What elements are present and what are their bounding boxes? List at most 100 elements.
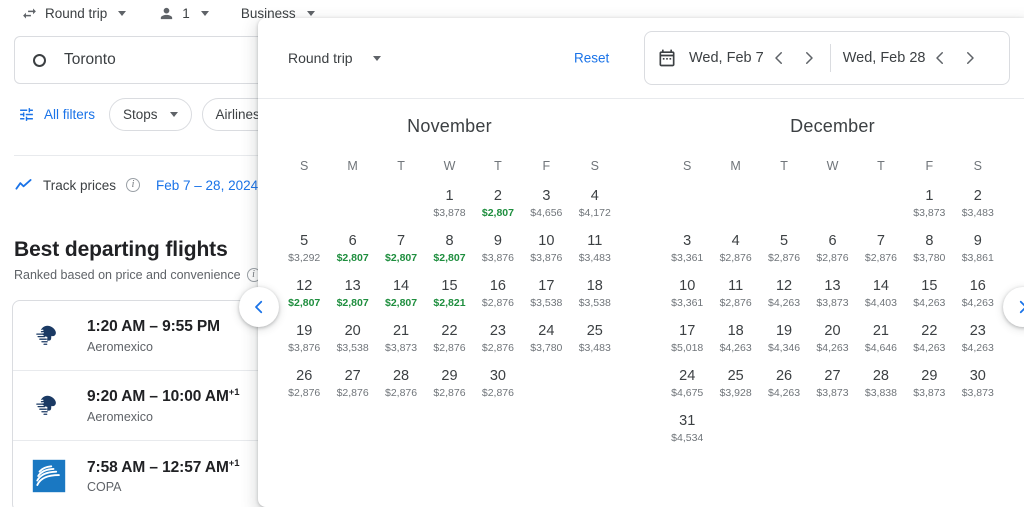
track-prices-dates[interactable]: Feb 7 – 28, 2024	[156, 178, 258, 193]
header-divider	[258, 98, 1024, 99]
calendar-day-cell[interactable]: 7 $2,876	[857, 232, 905, 277]
calendar-day-cell[interactable]: 15 $4,263	[905, 277, 953, 322]
calendar-day-number: 28	[872, 368, 889, 384]
calendar-day-cell[interactable]: 22 $4,263	[905, 322, 953, 367]
calendar-day-cell[interactable]: 8 $3,780	[905, 232, 953, 277]
calendar-day-cell[interactable]: 28 $2,876	[377, 367, 425, 412]
calendar-day-cell[interactable]: 3 $3,361	[663, 232, 711, 277]
calendar-day-cell[interactable]: 11 $2,876	[711, 277, 759, 322]
calendar-day-cell[interactable]: 12 $2,807	[280, 277, 328, 322]
date-picker-trip-type-label: Round trip	[288, 50, 353, 66]
calendar-day-cell[interactable]: 10 $3,876	[522, 232, 570, 277]
calendar-day-cell[interactable]: 26 $2,876	[280, 367, 328, 412]
passengers-selector[interactable]: 1	[151, 0, 216, 26]
calendar-prev-page-button[interactable]	[239, 287, 279, 327]
calendar-day-number: 2	[973, 188, 982, 204]
calendar-day-number: 26	[775, 368, 793, 384]
calendar-day-cell[interactable]: 30 $3,873	[954, 367, 1002, 412]
calendar-day-cell[interactable]: 21 $3,873	[377, 322, 425, 367]
all-filters-button[interactable]: All filters	[14, 106, 99, 123]
calendar-day-number: 22	[921, 323, 938, 339]
calendar-day-cell[interactable]: 6 $2,807	[328, 232, 376, 277]
calendar-day-cell[interactable]: 19 $4,346	[760, 322, 808, 367]
calendar-day-cell[interactable]: 20 $3,538	[328, 322, 376, 367]
calendar-day-cell[interactable]: 9 $3,876	[474, 232, 522, 277]
calendar-day-cell[interactable]: 1 $3,878	[425, 187, 473, 232]
calendar-day-cell[interactable]: 5 $3,292	[280, 232, 328, 277]
departure-next-button[interactable]	[794, 43, 824, 73]
month-grid: 1 $3,878 2 $2,807 3 $4,656 4 $4,172 5 $3,292 6 $2,8…	[280, 187, 619, 412]
calendar-day-price: $4,263	[961, 342, 994, 354]
calendar-day-cell[interactable]: 9 $3,861	[954, 232, 1002, 277]
calendar-day-number: 10	[679, 278, 696, 294]
return-next-button[interactable]	[955, 43, 985, 73]
calendar-week-row: 24 $4,675 25 $3,928 26 $4,263 27 $3,873 28 $3,838…	[663, 367, 1002, 412]
calendar-day-cell[interactable]: 30 $2,876	[474, 367, 522, 412]
calendar-day-cell[interactable]: 29 $2,876	[425, 367, 473, 412]
calendar-day-cell[interactable]: 26 $4,263	[760, 367, 808, 412]
calendar-day-cell[interactable]: 25 $3,928	[711, 367, 759, 412]
calendar-day-cell[interactable]: 1 $3,873	[905, 187, 953, 232]
calendar-day-cell[interactable]: 29 $3,873	[905, 367, 953, 412]
calendar-day-cell[interactable]: 3 $4,656	[522, 187, 570, 232]
calendar-day-cell[interactable]: 23 $2,876	[474, 322, 522, 367]
calendar-day-cell[interactable]: 24 $3,780	[522, 322, 570, 367]
calendar-day-number: 14	[872, 278, 889, 294]
calendar-day-cell[interactable]: 18 $4,263	[711, 322, 759, 367]
weekday-label: M	[347, 159, 358, 173]
calendar-day-cell[interactable]: 22 $2,876	[425, 322, 473, 367]
calendar-day-cell[interactable]: 16 $2,876	[474, 277, 522, 322]
calendar-day-cell[interactable]: 18 $3,538	[571, 277, 619, 322]
calendar-day-number: 12	[775, 278, 793, 294]
calendar-day-number: 19	[296, 323, 313, 339]
calendar-day-cell[interactable]: 13 $3,873	[808, 277, 856, 322]
calendar-day-cell[interactable]: 17 $3,538	[522, 277, 570, 322]
departure-prev-button[interactable]	[764, 43, 794, 73]
calendar-day-cell[interactable]: 27 $3,873	[808, 367, 856, 412]
calendar-day-cell[interactable]: 13 $2,807	[328, 277, 376, 322]
departure-date-value[interactable]: Wed, Feb 7	[689, 50, 764, 66]
calendar-day-cell[interactable]: 12 $4,263	[760, 277, 808, 322]
calendar-day-cell[interactable]: 28 $3,838	[857, 367, 905, 412]
return-prev-button[interactable]	[925, 43, 955, 73]
return-date-value[interactable]: Wed, Feb 28	[843, 50, 926, 66]
filter-chip-stops[interactable]: Stops	[109, 97, 192, 131]
flight-time: 1:20 AM – 9:55 PM	[87, 318, 220, 336]
calendar-day-cell[interactable]: 23 $4,263	[954, 322, 1002, 367]
calendar-day-cell[interactable]: 19 $3,876	[280, 322, 328, 367]
calendar-day-price: $3,361	[671, 297, 704, 309]
calendar-day-cell[interactable]: 20 $4,263	[808, 322, 856, 367]
calendar-day-cell[interactable]: 16 $4,263	[954, 277, 1002, 322]
calendar-day-number: 28	[392, 368, 410, 384]
filter-chip-stops-label: Stops	[123, 106, 158, 122]
calendar-day-cell[interactable]: 14 $4,403	[857, 277, 905, 322]
chevron-down-icon	[306, 10, 315, 16]
calendar-day-cell[interactable]: 14 $2,807	[377, 277, 425, 322]
calendar-day-cell[interactable]: 31 $4,534	[663, 412, 711, 457]
reset-button[interactable]: Reset	[566, 45, 617, 72]
calendar-day-cell[interactable]: 6 $2,876	[808, 232, 856, 277]
flight-details: 9:20 AM – 10:00 AM+1 Aeromexico	[87, 387, 240, 423]
calendar-day-cell[interactable]: 10 $3,361	[663, 277, 711, 322]
calendar-day-cell[interactable]: 2 $2,807	[474, 187, 522, 232]
date-picker-trip-type-selector[interactable]: Round trip	[284, 44, 385, 72]
calendar-day-cell[interactable]: 8 $2,807	[425, 232, 473, 277]
calendar-week-row: 1 $3,878 2 $2,807 3 $4,656 4 $4,172	[280, 187, 619, 232]
calendar-day-cell[interactable]: 2 $3,483	[954, 187, 1002, 232]
trip-type-selector[interactable]: Round trip	[14, 0, 133, 26]
date-picker-header: Round trip Reset Wed, Feb 7 Wed, Feb 28	[258, 18, 1024, 99]
info-icon[interactable]: i	[126, 178, 141, 192]
calendar-day-cell[interactable]: 7 $2,807	[377, 232, 425, 277]
calendar-day-cell[interactable]: 21 $4,646	[857, 322, 905, 367]
calendar-day-cell[interactable]: 4 $2,876	[711, 232, 759, 277]
calendar-day-number: 8	[445, 233, 454, 249]
calendar-day-cell[interactable]: 24 $4,675	[663, 367, 711, 412]
calendar-day-cell[interactable]: 11 $3,483	[571, 232, 619, 277]
calendar-day-cell[interactable]: 15 $2,821	[425, 277, 473, 322]
calendar-day-cell[interactable]: 25 $3,483	[571, 322, 619, 367]
calendar-day-price: $3,780	[530, 342, 563, 354]
calendar-day-cell[interactable]: 17 $5,018	[663, 322, 711, 367]
calendar-day-cell[interactable]: 27 $2,876	[328, 367, 376, 412]
calendar-day-cell[interactable]: 5 $2,876	[760, 232, 808, 277]
calendar-day-cell[interactable]: 4 $4,172	[571, 187, 619, 232]
